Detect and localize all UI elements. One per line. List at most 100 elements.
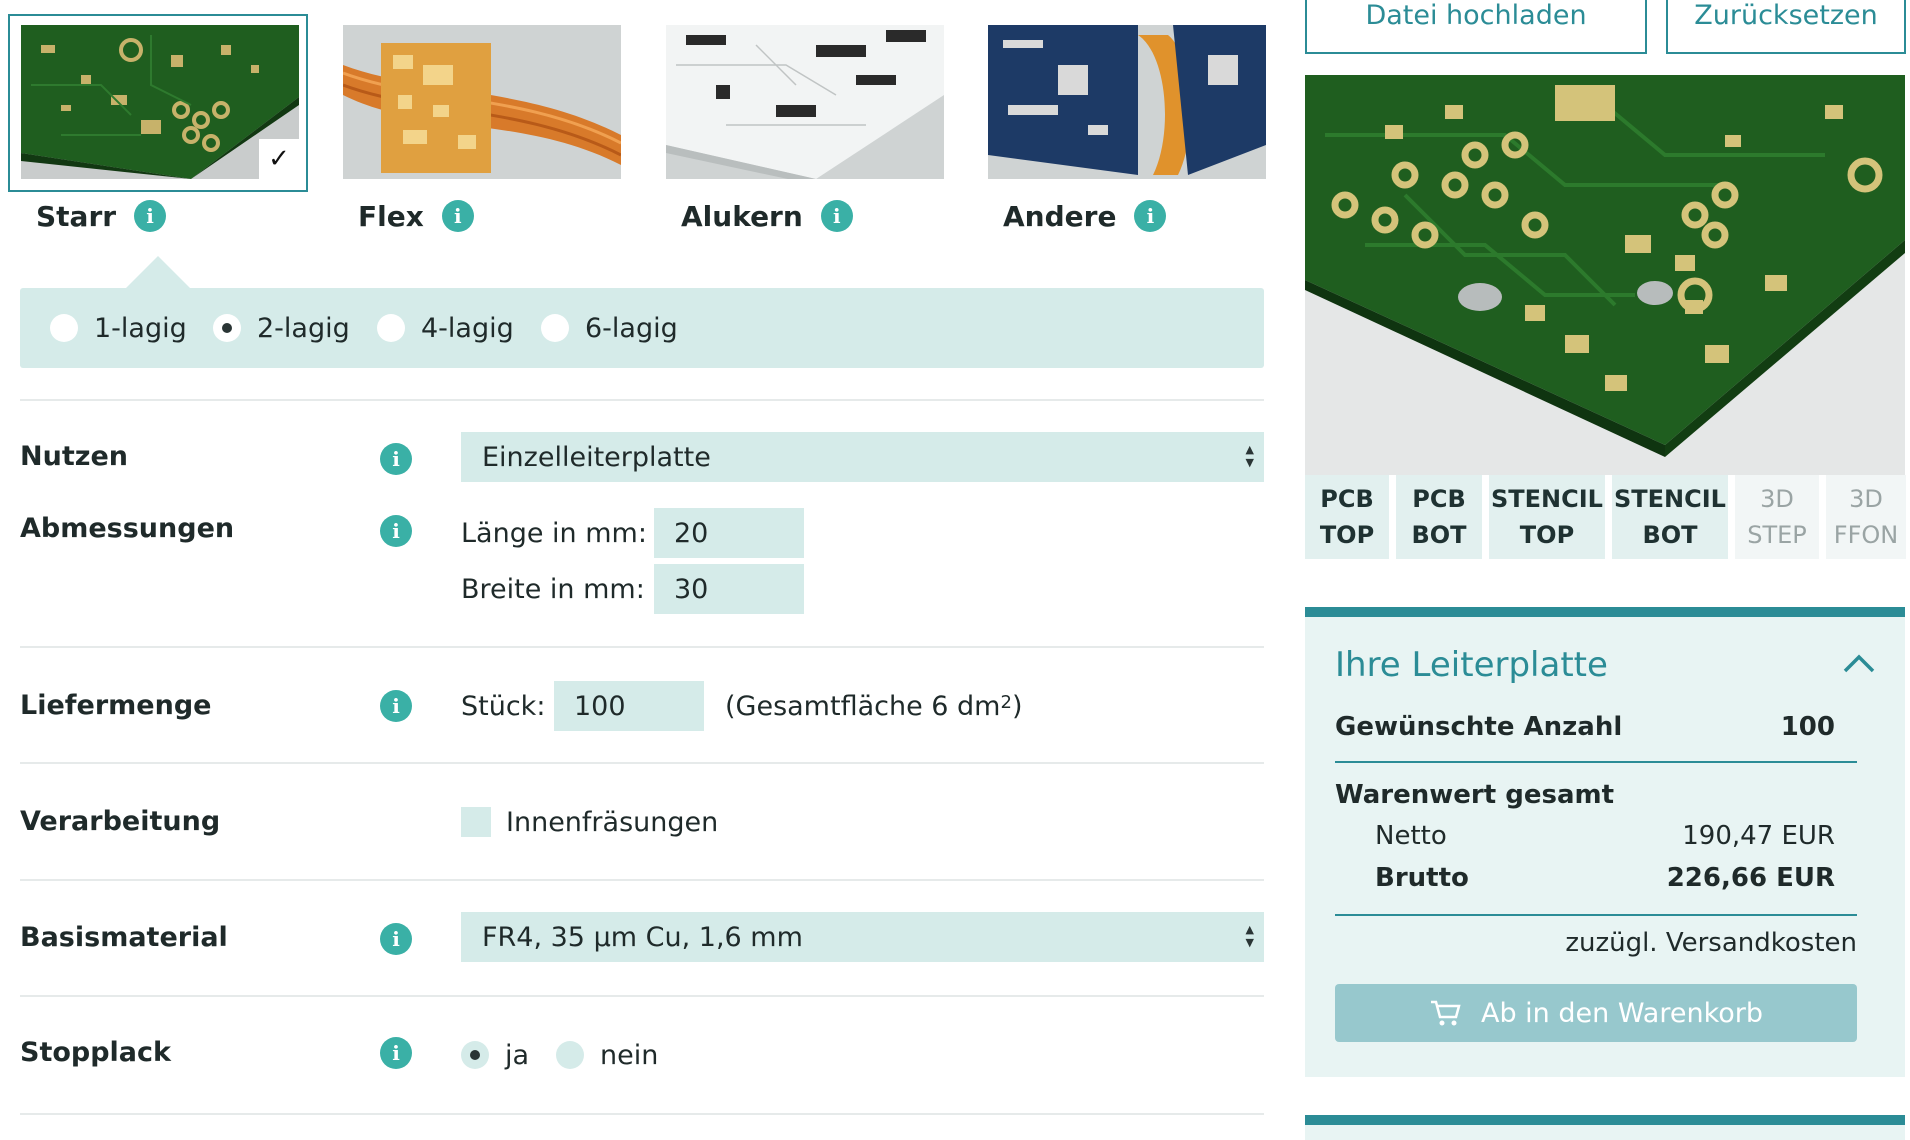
layer-option-label: 6-lagig <box>585 312 678 344</box>
info-icon[interactable]: i <box>380 690 412 722</box>
board-type-label-flex: Flex i <box>358 196 474 236</box>
next-panel-header <box>1305 1115 1905 1125</box>
radio-button[interactable] <box>377 314 405 342</box>
info-icon[interactable]: i <box>820 200 853 232</box>
stopplack-label: Stopplack <box>20 1037 171 1068</box>
board-type-name: Flex <box>358 199 424 233</box>
select-arrows-icon: ▲ ▼ <box>1245 923 1254 949</box>
info-icon[interactable]: i <box>1134 200 1167 232</box>
selected-check-icon: ✓ <box>259 139 299 179</box>
layer-option-label: 1-lagig <box>94 312 187 344</box>
radio-button-selected[interactable] <box>461 1041 489 1069</box>
layer-count-panel: 1-lagig 2-lagig 4-lagig 6-lagig <box>20 288 1264 368</box>
flex-pcb-image <box>343 25 621 179</box>
chevron-up-icon[interactable] <box>1841 651 1877 675</box>
innenfraesungen-label: Innenfräsungen <box>506 806 719 838</box>
quantity-label: Stück: <box>461 690 546 722</box>
radio-button[interactable] <box>541 314 569 342</box>
tab-line2: BOT <box>1642 521 1698 549</box>
info-icon[interactable]: i <box>134 200 167 232</box>
width-input[interactable]: 30 <box>654 564 804 614</box>
nutzen-value: Einzelleiterplatte <box>482 441 711 473</box>
board-type-card-flex[interactable] <box>328 14 628 192</box>
radio-button-selected[interactable] <box>213 314 241 342</box>
info-icon[interactable]: i <box>380 515 412 547</box>
basismaterial-value: FR4, 35 µm Cu, 1,6 mm <box>482 921 803 953</box>
layer-option-6[interactable]: 6-lagig <box>541 288 678 368</box>
abmessungen-label: Abmessungen <box>20 513 235 544</box>
basismaterial-select[interactable]: FR4, 35 µm Cu, 1,6 mm ▲ ▼ <box>461 912 1264 962</box>
preview-tab-3d-ffon: 3D FFON <box>1826 475 1906 559</box>
length-input[interactable]: 20 <box>654 508 804 558</box>
width-label: Breite in mm: <box>461 573 645 605</box>
board-type-label-alukern: Alukern i <box>681 196 853 236</box>
verarbeitung-label: Verarbeitung <box>20 806 221 837</box>
length-label: Länge in mm: <box>461 517 647 549</box>
radio-button[interactable] <box>556 1041 584 1069</box>
order-summary-panel: Ihre Leiterplatte Gewünschte Anzahl 100 … <box>1305 607 1905 1077</box>
info-icon[interactable]: i <box>380 923 412 955</box>
shipping-note: zuzügl. Versandkosten <box>1565 928 1857 958</box>
tab-line2: FFON <box>1833 521 1899 549</box>
rigid-flex-pcb-image <box>988 25 1266 179</box>
next-panel-body <box>1305 1125 1905 1140</box>
info-icon[interactable]: i <box>380 1037 412 1069</box>
area-suffix: ) <box>1011 690 1023 722</box>
board-type-label-andere: Andere i <box>1003 196 1167 236</box>
divider <box>20 1113 1264 1115</box>
gross-row: Brutto 226,66 EUR <box>1335 863 1835 893</box>
add-to-cart-button[interactable]: Ab in den Warenkorb <box>1335 984 1857 1042</box>
cart-icon <box>1430 1000 1461 1026</box>
area-prefix: (Gesamtfläche 6 dm <box>725 690 1001 722</box>
info-icon[interactable]: i <box>441 200 474 232</box>
stopplack-option-label: ja <box>505 1039 530 1071</box>
total-area-text: (Gesamtfläche 6 dm 2) <box>725 681 1022 731</box>
quantity-value: 100 <box>1780 712 1835 742</box>
net-label: Netto <box>1375 821 1447 851</box>
gross-value: 226,66 EUR <box>1666 863 1835 893</box>
gross-label: Brutto <box>1375 863 1469 893</box>
board-type-card-alukern[interactable] <box>651 14 951 192</box>
innenfraesungen-checkbox[interactable] <box>461 807 491 837</box>
layer-option-label: 2-lagig <box>257 312 350 344</box>
board-type-card-starr[interactable]: ✓ <box>8 14 308 192</box>
upload-file-button[interactable]: Datei hochladen <box>1305 0 1647 54</box>
layer-option-2[interactable]: 2-lagig <box>213 288 350 368</box>
aluminum-pcb-image <box>666 25 944 179</box>
summary-divider <box>1335 761 1857 763</box>
preview-tab-pcb-bot[interactable]: PCB BOT <box>1396 475 1482 559</box>
layer-option-1[interactable]: 1-lagig <box>50 288 187 368</box>
stopplack-option-nein[interactable]: nein <box>556 1015 658 1095</box>
quantity-label: Gewünschte Anzahl <box>1335 712 1623 742</box>
divider <box>20 399 1264 401</box>
reset-button[interactable]: Zurücksetzen <box>1666 0 1906 54</box>
tab-line2: BOT <box>1411 521 1467 549</box>
preview-tab-pcb-top[interactable]: PCB TOP <box>1305 475 1389 559</box>
tab-line1: 3D <box>1849 485 1883 513</box>
tab-line2: STEP <box>1747 521 1807 549</box>
select-arrows-icon: ▲ ▼ <box>1245 443 1254 469</box>
basismaterial-label: Basismaterial <box>20 922 228 953</box>
net-row: Netto 190,47 EUR <box>1335 821 1835 851</box>
preview-tab-stencil-top[interactable]: STENCIL TOP <box>1489 475 1605 559</box>
divider <box>20 995 1264 997</box>
liefermenge-label: Liefermenge <box>20 690 212 721</box>
board-type-name: Starr <box>36 199 117 233</box>
board-type-card-andere[interactable] <box>973 14 1273 192</box>
tab-line1: PCB <box>1320 485 1374 513</box>
radio-button[interactable] <box>50 314 78 342</box>
summary-title: Ihre Leiterplatte <box>1335 645 1608 685</box>
stopplack-option-ja[interactable]: ja <box>461 1015 529 1095</box>
info-icon[interactable]: i <box>380 443 412 475</box>
layer-option-label: 4-lagig <box>421 312 514 344</box>
shipping-note-row: zuzügl. Versandkosten <box>1335 928 1857 958</box>
quantity-input[interactable]: 100 <box>554 681 704 731</box>
nutzen-select[interactable]: Einzelleiterplatte ▲ ▼ <box>461 432 1264 482</box>
nutzen-label: Nutzen <box>20 441 128 472</box>
tab-line1: STENCIL <box>1614 485 1726 513</box>
total-header: Warenwert gesamt <box>1335 780 1835 810</box>
layer-option-4[interactable]: 4-lagig <box>377 288 514 368</box>
preview-tab-3d-step: 3D STEP <box>1735 475 1819 559</box>
divider <box>20 762 1264 764</box>
preview-tab-stencil-bot[interactable]: STENCIL BOT <box>1612 475 1728 559</box>
